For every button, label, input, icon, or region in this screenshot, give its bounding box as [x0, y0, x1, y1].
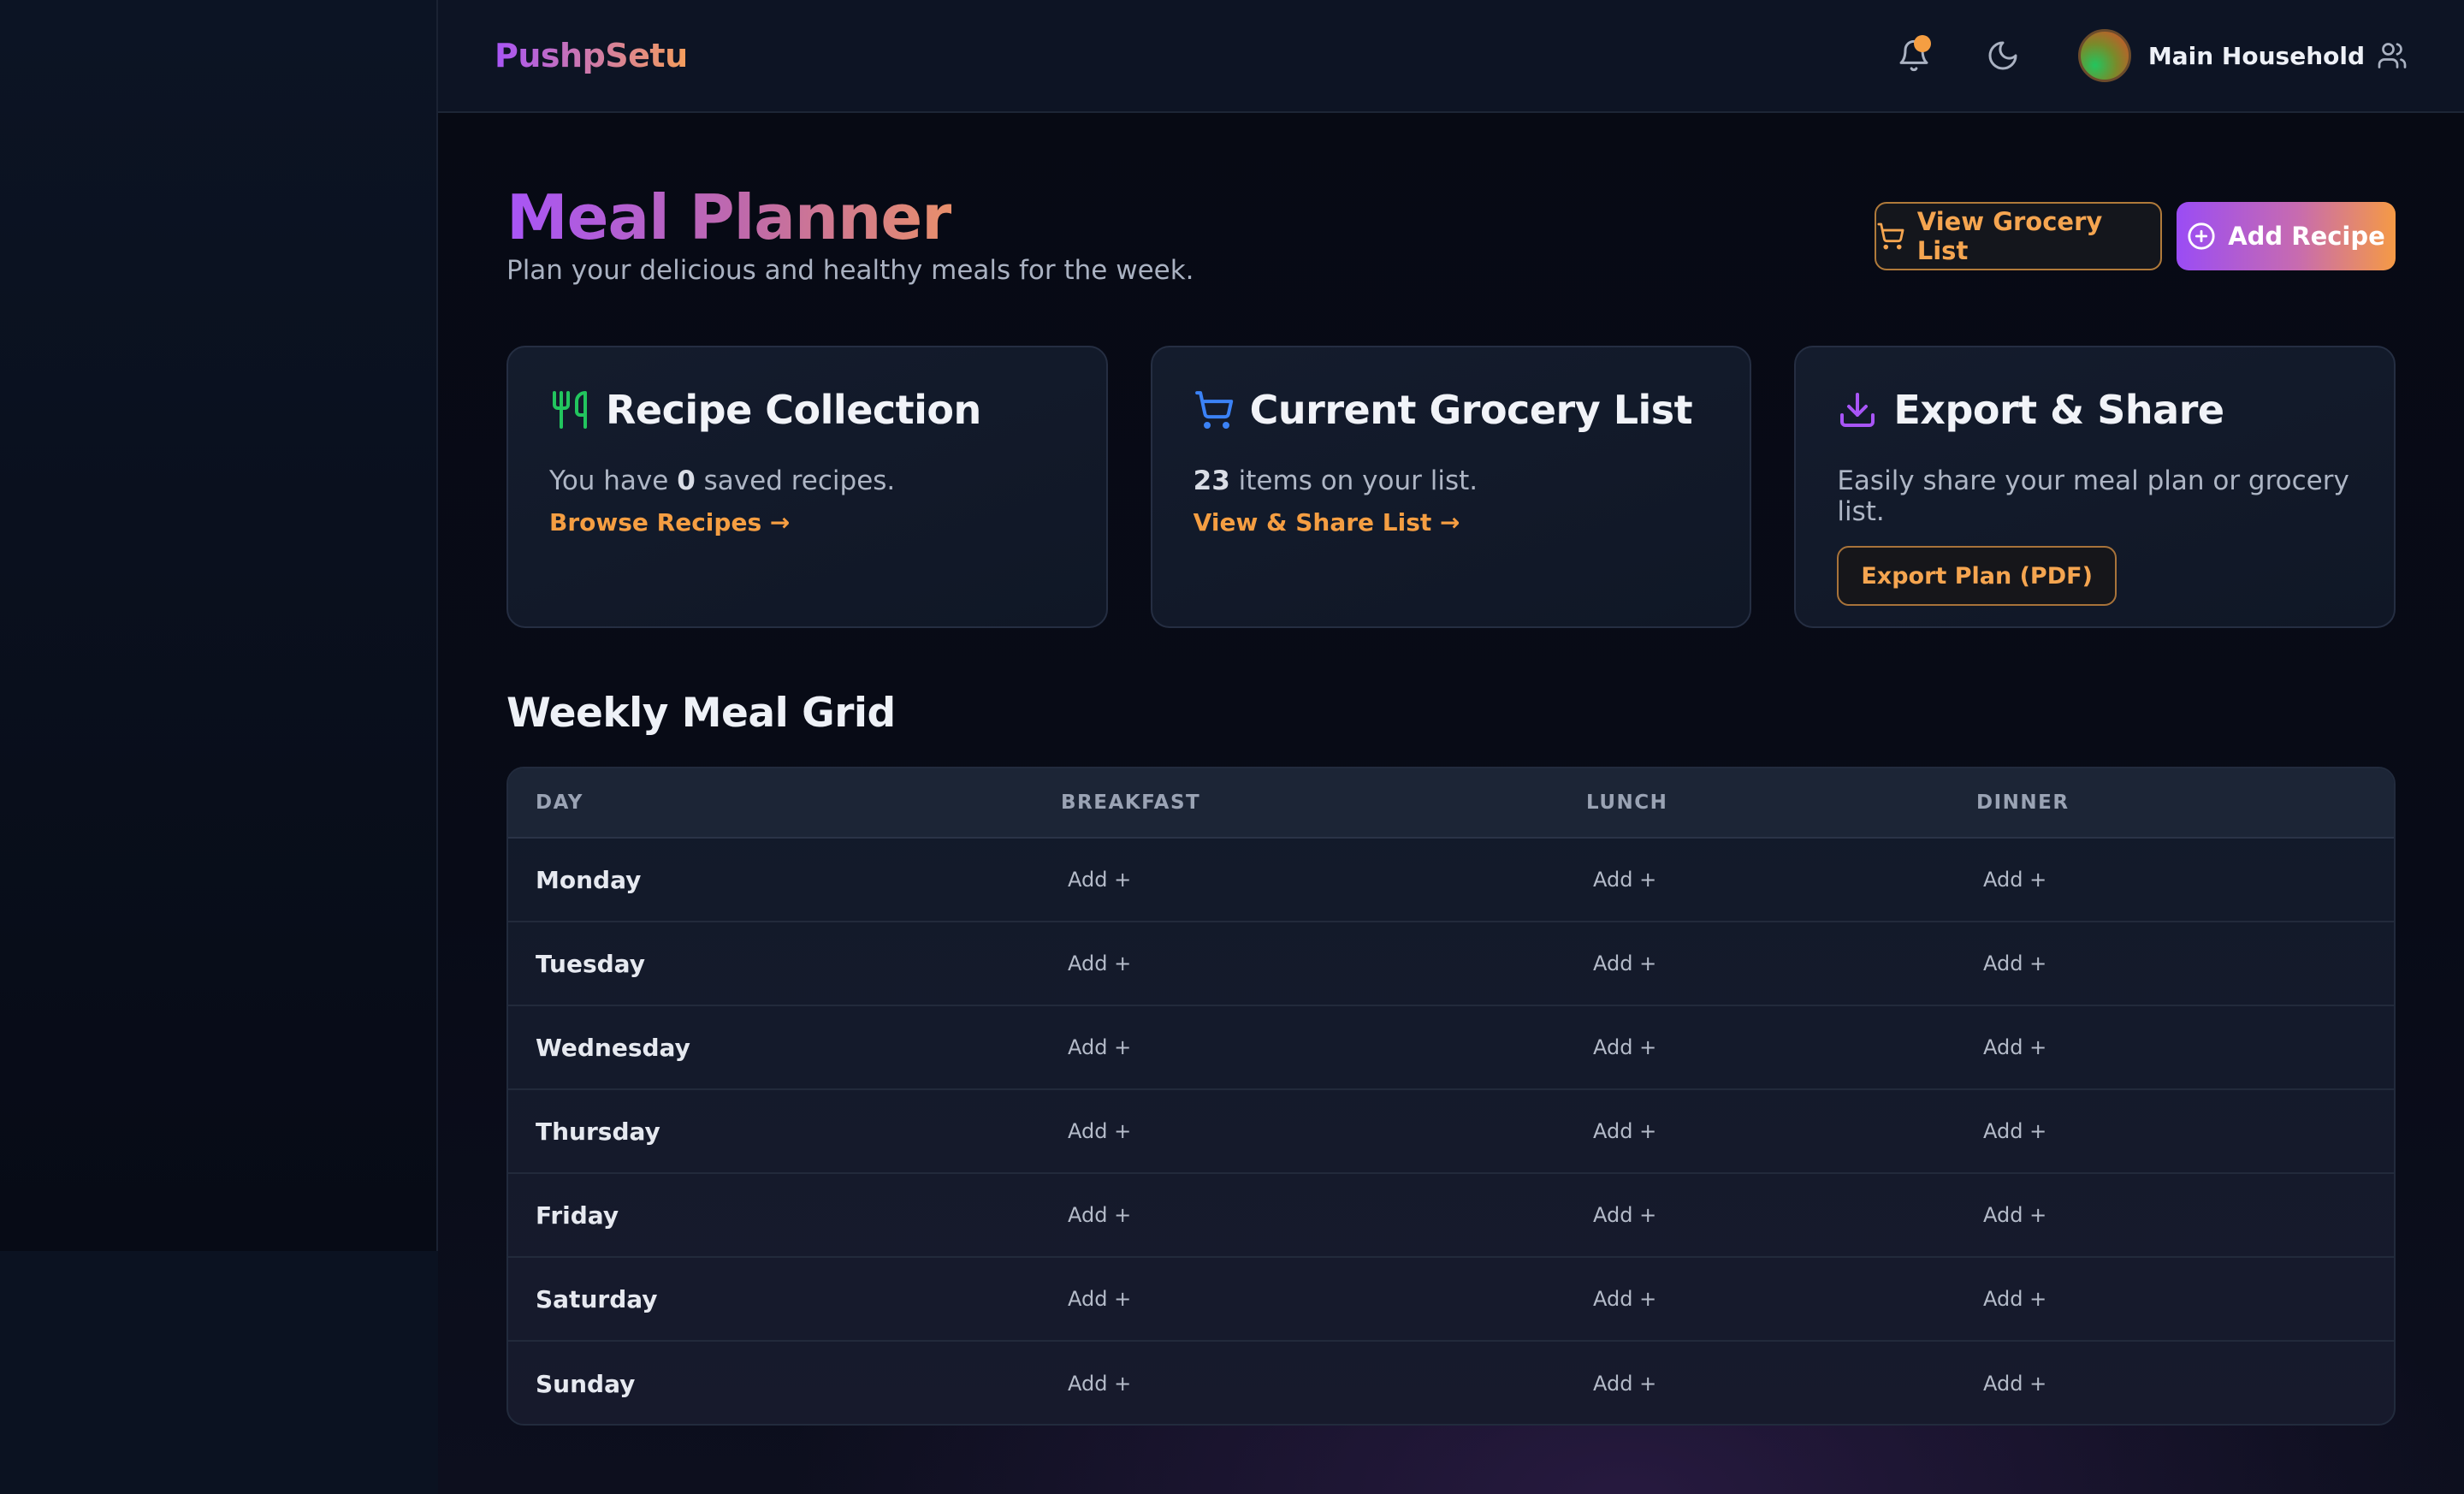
day-name: Sunday	[536, 1369, 636, 1398]
top-bar-actions: Main Household	[1851, 29, 2408, 82]
theme-toggle-button[interactable]	[1977, 30, 2029, 81]
add-breakfast-button[interactable]: Add +	[1061, 1119, 1131, 1143]
add-breakfast-button[interactable]: Add +	[1061, 952, 1131, 975]
users-icon	[2378, 43, 2407, 68]
add-dinner-button[interactable]: Add +	[1976, 1287, 2046, 1311]
table-row: Tuesday Add + Add + Add +	[508, 922, 2394, 1006]
card-title: Current Grocery List	[1249, 387, 1693, 433]
recipe-count: 0	[677, 465, 696, 496]
recipe-count-suffix: saved recipes.	[695, 465, 896, 496]
table-row: Wednesday Add + Add + Add +	[508, 1006, 2394, 1090]
card-header: Current Grocery List	[1194, 387, 1709, 433]
export-plan-button[interactable]: Export Plan (PDF)	[1837, 546, 2117, 606]
add-dinner-button[interactable]: Add +	[1976, 1203, 2046, 1227]
add-breakfast-button[interactable]: Add +	[1061, 1203, 1131, 1227]
avatar	[2077, 29, 2131, 82]
view-grocery-list-label: View Grocery List	[1916, 207, 2103, 265]
add-breakfast-button[interactable]: Add +	[1061, 1035, 1131, 1059]
add-lunch-button[interactable]: Add +	[1586, 1119, 1656, 1143]
add-breakfast-button[interactable]: Add +	[1061, 868, 1131, 892]
table-row: Monday Add + Add + Add +	[508, 839, 2394, 922]
view-share-list-link[interactable]: View & Share List →	[1194, 508, 1460, 537]
table-row: Saturday Add + Add + Add +	[508, 1258, 2394, 1342]
page-title: Meal Planner	[506, 181, 952, 253]
column-header-breakfast: BREAKFAST	[1061, 791, 1201, 814]
weekly-grid-title: Weekly Meal Grid	[506, 690, 896, 737]
add-lunch-button[interactable]: Add +	[1586, 868, 1656, 892]
table-row: Friday Add + Add + Add +	[508, 1174, 2394, 1258]
recipe-count-prefix: You have	[549, 465, 678, 496]
grocery-item-count: 23	[1193, 465, 1230, 496]
add-lunch-button[interactable]: Add +	[1586, 1035, 1656, 1059]
cart-icon	[1194, 391, 1233, 429]
grocery-list-card: Current Grocery List 23 items on your li…	[1150, 346, 1752, 628]
page-header: Meal Planner Plan your delicious and hea…	[506, 113, 2396, 342]
grocery-count-text: 23 items on your list.	[1194, 465, 1709, 496]
weekly-meal-grid: DAY BREAKFAST LUNCH DINNER Monday Add + …	[506, 767, 2396, 1426]
day-name: Monday	[536, 865, 642, 894]
add-lunch-button[interactable]: Add +	[1586, 1203, 1656, 1227]
export-share-card: Export & Share Easily share your meal pl…	[1794, 346, 2396, 628]
add-recipe-button[interactable]: Add Recipe	[2177, 202, 2396, 270]
add-recipe-label: Add Recipe	[2228, 222, 2385, 251]
day-name: Tuesday	[536, 949, 645, 978]
card-title: Recipe Collection	[606, 387, 981, 433]
notification-badge	[1913, 35, 1931, 52]
add-dinner-button[interactable]: Add +	[1976, 952, 2046, 975]
household-name: Main Household	[2147, 41, 2365, 70]
add-dinner-button[interactable]: Add +	[1976, 1035, 2046, 1059]
add-breakfast-button[interactable]: Add +	[1061, 1287, 1131, 1311]
download-icon	[1840, 393, 1875, 427]
table-row: Sunday Add + Add + Add +	[508, 1342, 2394, 1424]
household-switcher[interactable]: Main Household	[2077, 29, 2408, 82]
add-breakfast-button[interactable]: Add +	[1061, 1372, 1131, 1396]
grocery-count-suffix: items on your list.	[1229, 465, 1478, 496]
day-name: Wednesday	[536, 1033, 690, 1062]
add-dinner-button[interactable]: Add +	[1976, 1119, 2046, 1143]
add-dinner-button[interactable]: Add +	[1976, 1372, 2046, 1396]
add-dinner-button[interactable]: Add +	[1976, 868, 2046, 892]
column-header-day: DAY	[536, 791, 583, 814]
brand-logo[interactable]: PushpSetu	[495, 37, 688, 74]
recipe-collection-card: Recipe Collection You have 0 saved recip…	[506, 346, 1108, 628]
view-grocery-list-button[interactable]: View Grocery List	[1875, 202, 2162, 270]
cart-icon	[1877, 222, 1904, 250]
sidebar-footer	[0, 1251, 438, 1494]
summary-cards: Recipe Collection You have 0 saved recip…	[506, 346, 2396, 628]
export-description: Easily share your meal plan or grocery l…	[1837, 465, 2349, 527]
day-name: Friday	[536, 1201, 619, 1230]
card-title: Export & Share	[1893, 387, 2224, 433]
utensils-icon	[553, 391, 587, 429]
grid-header-row: DAY BREAKFAST LUNCH DINNER	[508, 768, 2394, 839]
plus-circle-icon	[2188, 222, 2215, 250]
column-header-lunch: LUNCH	[1586, 791, 1668, 814]
page-subtitle: Plan your delicious and healthy meals fo…	[506, 255, 1194, 286]
card-header: Export & Share	[1837, 387, 2353, 433]
recipe-count-text: You have 0 saved recipes.	[549, 465, 1065, 496]
top-bar: PushpSetu Main Household	[438, 0, 2464, 113]
browse-recipes-link[interactable]: Browse Recipes →	[549, 508, 790, 537]
column-header-dinner: DINNER	[1976, 791, 2070, 814]
add-lunch-button[interactable]: Add +	[1586, 1287, 1656, 1311]
day-name: Saturday	[536, 1284, 658, 1313]
day-name: Thursday	[536, 1117, 660, 1146]
card-header: Recipe Collection	[549, 387, 1065, 433]
moon-icon	[1988, 41, 2017, 70]
notifications-button[interactable]	[1888, 30, 1940, 81]
table-row: Thursday Add + Add + Add +	[508, 1090, 2394, 1174]
add-lunch-button[interactable]: Add +	[1586, 1372, 1656, 1396]
main-content: Meal Planner Plan your delicious and hea…	[506, 113, 2396, 1426]
add-lunch-button[interactable]: Add +	[1586, 952, 1656, 975]
